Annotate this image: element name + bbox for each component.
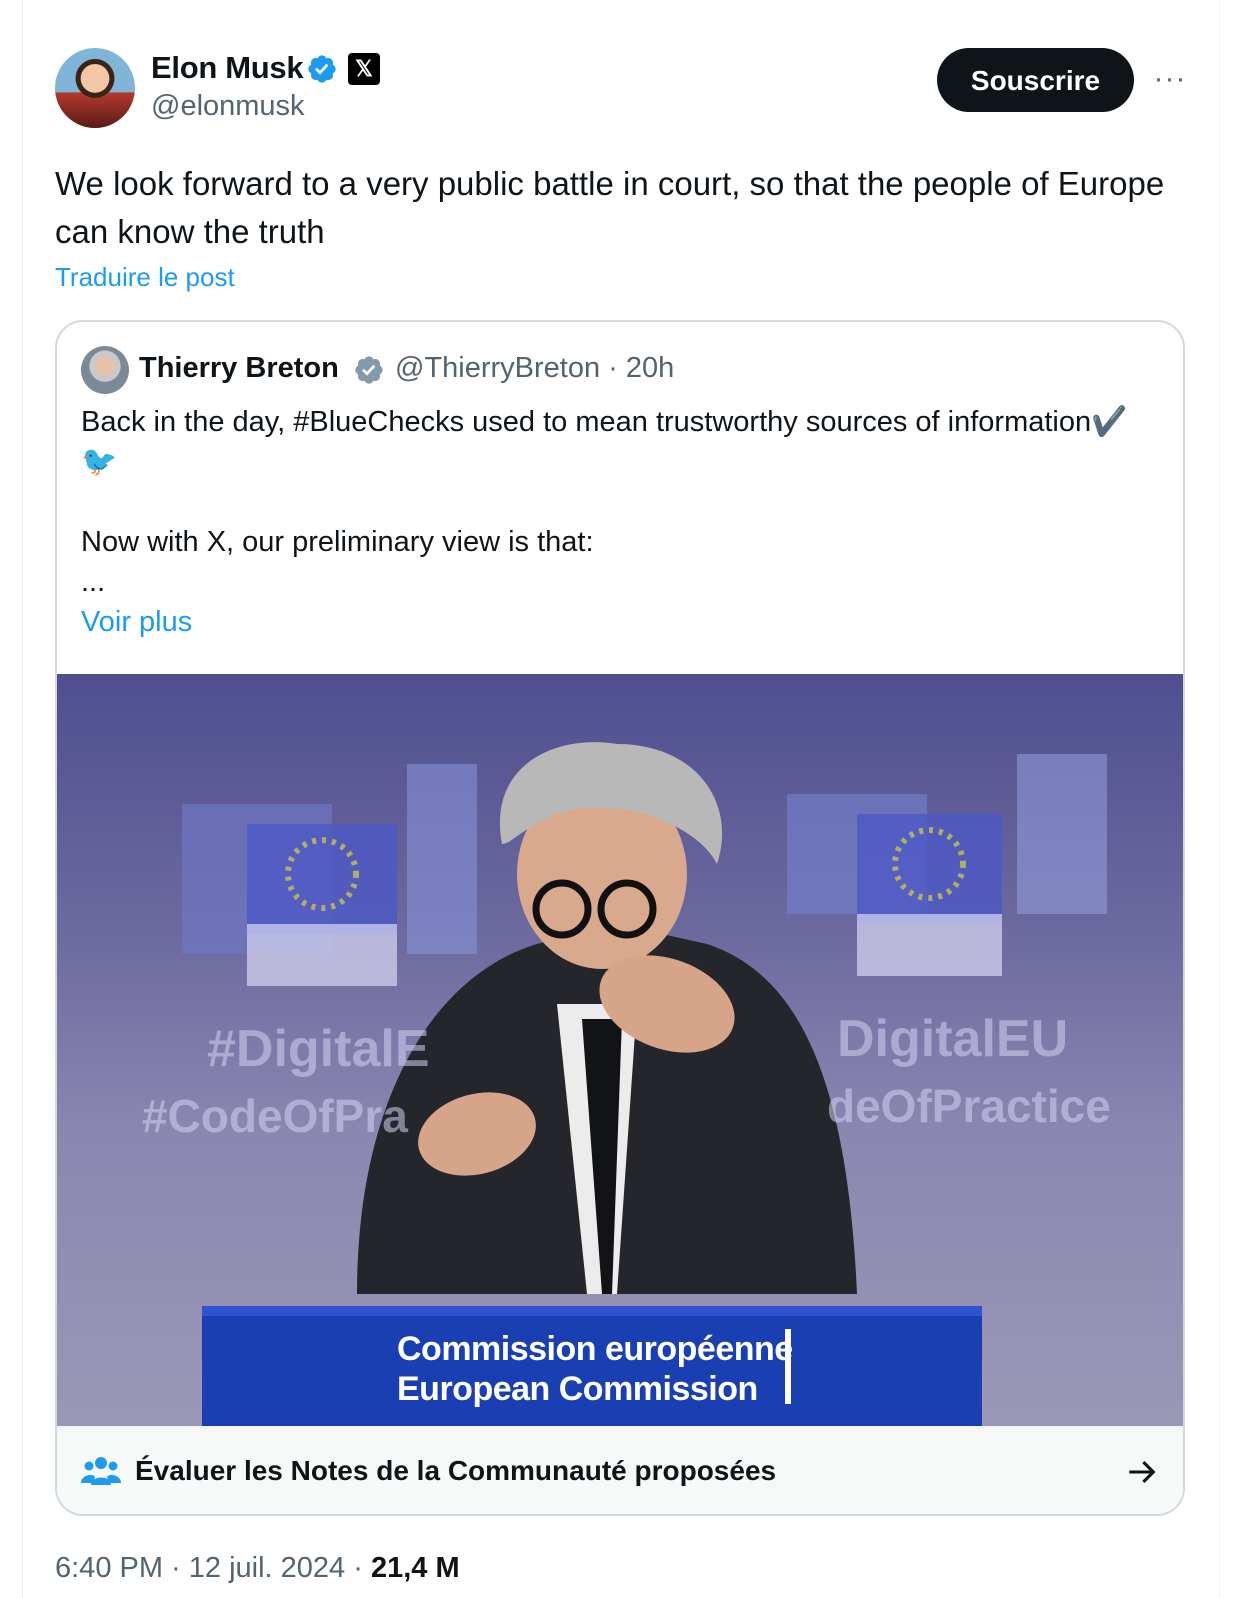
quoted-text-line: Now with X, our preliminary view is that… <box>81 526 594 558</box>
verified-gray-icon <box>355 356 383 384</box>
banner-text: #DigitalE <box>207 1020 430 1078</box>
quoted-text-line: Back in the day, #BlueChecks used to mea… <box>81 406 1128 478</box>
people-icon <box>81 1457 121 1485</box>
podium-label: Commission européenne European Commissio… <box>397 1329 793 1409</box>
podium-line: European Commission <box>397 1370 758 1408</box>
post-text: We look forward to a very public battle … <box>55 165 1165 250</box>
banner-text: DigitalEU <box>837 1010 1069 1068</box>
subscribe-button[interactable]: Souscrire <box>937 48 1134 112</box>
quoted-media-image[interactable]: #DigitalE #CodeOfPra DigitalEU deOfPract… <box>57 674 1183 1426</box>
author-handle[interactable]: @elonmusk <box>151 90 305 123</box>
podium-line: Commission européenne <box>397 1330 793 1368</box>
author-name[interactable]: Elon Musk <box>151 50 304 86</box>
quoted-text: Back in the day, #BlueChecks used to mea… <box>81 402 1161 602</box>
arrow-right-icon[interactable] <box>1125 1455 1159 1489</box>
translate-link[interactable]: Traduire le post <box>55 262 235 293</box>
banner-text: deOfPractice <box>827 1080 1111 1132</box>
quoted-author-avatar[interactable] <box>81 346 129 394</box>
more-options-icon[interactable]: ··· <box>1150 60 1190 100</box>
x-affiliate-icon[interactable]: 𝕏 <box>348 53 380 85</box>
community-notes-label[interactable]: Évaluer les Notes de la Communauté propo… <box>135 1455 776 1487</box>
banner-text: #CodeOfPra <box>142 1090 408 1142</box>
view-count: 21,4 M <box>370 1552 460 1584</box>
author-avatar[interactable] <box>55 48 135 128</box>
quoted-text-ellipsis: ... <box>81 566 106 598</box>
quoted-handle-time[interactable]: @ThierryBreton · 20h <box>395 352 674 385</box>
quoted-author-name[interactable]: Thierry Breton <box>139 352 339 385</box>
post-time[interactable]: 6:40 PM · 12 juil. 2024 · <box>55 1552 371 1584</box>
post-timestamp[interactable]: 6:40 PM · 12 juil. 2024 · 21,4 M <box>55 1552 460 1585</box>
show-more-link[interactable]: Voir plus <box>81 606 192 639</box>
verified-badge-icon[interactable] <box>306 53 338 85</box>
community-notes-bar[interactable]: Évaluer les Notes de la Communauté propo… <box>57 1426 1183 1514</box>
quoted-post[interactable]: Thierry Breton @ThierryBreton · 20h Back… <box>55 320 1185 1516</box>
